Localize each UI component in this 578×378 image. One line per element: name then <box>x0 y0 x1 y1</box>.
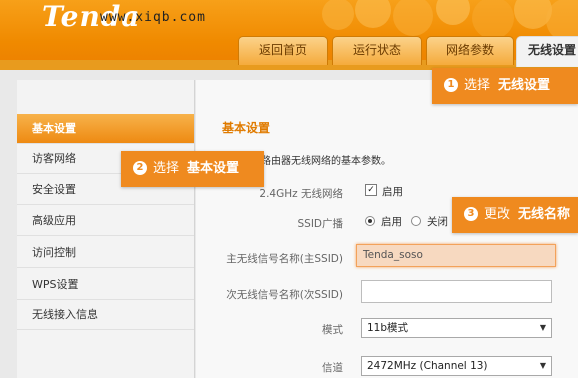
sidebar: 基本设置 访客网络 安全设置 高级应用 访问控制 WPS设置 无线接入信息 <box>17 80 195 378</box>
mode-label: 模式 <box>322 324 343 336</box>
ssid-broadcast-disable-text: 关闭 <box>427 216 448 228</box>
sidebar-item-basic[interactable]: 基本设置 <box>17 114 194 144</box>
callout-step-2: 2 选择 基本设置 <box>121 151 264 187</box>
callout-step-3: 3 更改 无线名称 <box>452 197 578 233</box>
secondary-ssid-input[interactable] <box>361 280 552 303</box>
step-number-badge: 2 <box>133 160 147 175</box>
primary-ssid-label: 主无线信号名称(主SSID) <box>226 253 343 265</box>
sidebar-item-wps[interactable]: WPS设置 <box>17 270 194 300</box>
tab-network[interactable]: 网络参数 <box>426 36 514 65</box>
wifi24-enable-text: 启用 <box>382 186 403 198</box>
step-number-badge: 1 <box>444 77 458 92</box>
section-description: 置路由器无线网络的基本参数。 <box>251 156 391 167</box>
ssid-broadcast-enable-text: 启用 <box>381 216 402 228</box>
tab-wireless[interactable]: 无线设置 <box>516 36 578 67</box>
callout-action: 选择 <box>153 161 180 176</box>
wifi24-checkbox[interactable]: ✓ <box>365 184 377 196</box>
callout-target: 无线设置 <box>498 78 551 93</box>
secondary-ssid-label: 次无线信号名称(次SSID) <box>226 289 343 301</box>
ssid-broadcast-enable-radio[interactable] <box>365 216 375 226</box>
callout-action: 更改 <box>484 207 511 222</box>
sidebar-item-client-info[interactable]: 无线接入信息 <box>17 300 194 330</box>
ssid-broadcast-disable-radio[interactable] <box>411 216 421 226</box>
channel-select-value: 2472MHz (Channel 13) <box>367 360 488 372</box>
sidebar-item-access-control[interactable]: 访问控制 <box>17 238 194 268</box>
tab-status[interactable]: 运行状态 <box>332 36 422 65</box>
channel-select[interactable]: 2472MHz (Channel 13) ▼ <box>361 356 552 376</box>
channel-label: 信道 <box>322 362 343 374</box>
callout-action: 选择 <box>464 78 491 93</box>
chevron-down-icon: ▼ <box>539 361 546 370</box>
watermark-text: www.xiqb.com <box>100 10 206 25</box>
callout-step-1: 1 选择 无线设置 <box>432 68 578 104</box>
sidebar-item-advanced[interactable]: 高级应用 <box>17 206 194 236</box>
chevron-down-icon: ▼ <box>539 323 546 332</box>
mode-select-value: 11b模式 <box>367 322 409 334</box>
primary-ssid-input[interactable]: Tenda_soso <box>356 244 556 267</box>
tab-home[interactable]: 返回首页 <box>238 36 328 65</box>
callout-target: 基本设置 <box>187 161 240 176</box>
callout-target: 无线名称 <box>518 207 571 222</box>
page-title: 基本设置 <box>222 121 271 135</box>
mode-select[interactable]: 11b模式 ▼ <box>361 318 552 338</box>
step-number-badge: 3 <box>464 206 478 221</box>
ssid-broadcast-label: SSID广播 <box>297 218 343 230</box>
wifi24-label: 2.4GHz 无线网络 <box>259 188 343 200</box>
